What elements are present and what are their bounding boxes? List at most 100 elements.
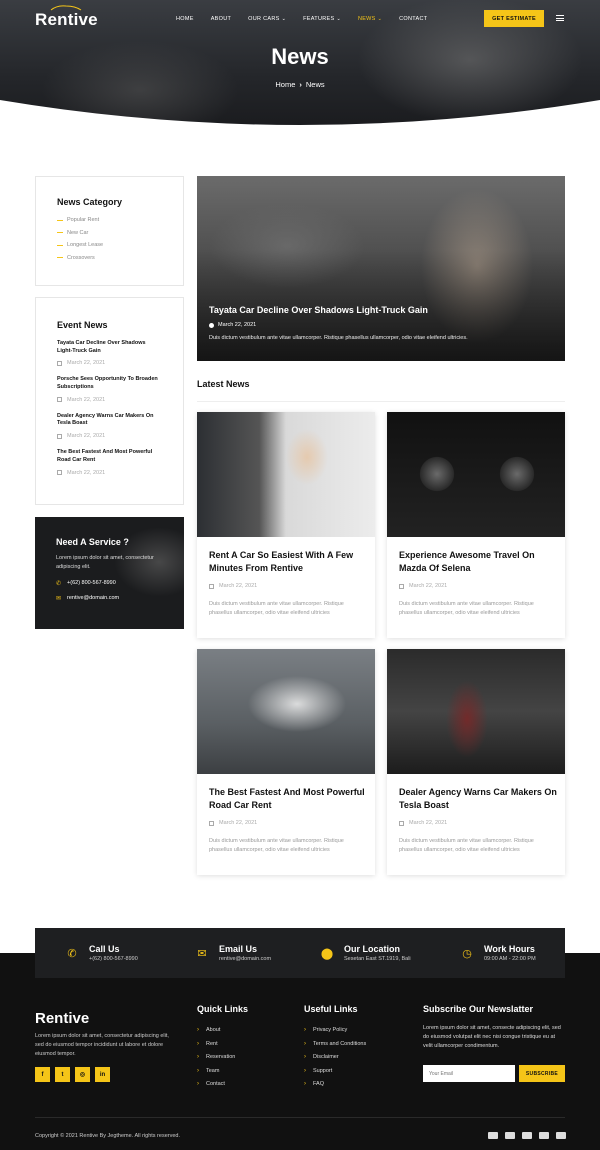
payment-methods — [488, 1132, 566, 1139]
subscribe-button[interactable]: SUBSCRIBE — [519, 1065, 565, 1082]
visa-icon — [522, 1132, 532, 1139]
category-item[interactable]: Crossovers — [57, 255, 162, 261]
nav-about[interactable]: ABOUT — [211, 16, 231, 22]
date-text: March 22, 2021 — [409, 583, 448, 589]
nav-features[interactable]: FEATURES ⌄ — [303, 16, 341, 22]
featured-title[interactable]: Tayata Car Decline Over Shadows Light-Tr… — [209, 305, 428, 315]
phone-icon: ✆ — [56, 580, 62, 587]
news-card-title[interactable]: The Best Fastest And Most Powerful Road … — [209, 786, 367, 812]
footer-logo[interactable]: Rentive — [35, 1010, 89, 1027]
link-label: Contact — [206, 1081, 225, 1087]
event-item[interactable]: Dealer Agency Warns Car Makers On Tesla … — [57, 413, 162, 439]
chevron-right-icon: › — [304, 1027, 306, 1033]
news-card[interactable]: Experience Awesome Travel On Mazda Of Se… — [387, 412, 565, 638]
contact-location[interactable]: ⬤ Our Location Sesetan East ST.1919, Bali — [316, 928, 411, 978]
service-phone[interactable]: ✆ +(62) 800-567-8990 — [56, 580, 163, 587]
event-title[interactable]: Porsche Sees Opportunity To Broaden Subs… — [57, 376, 162, 391]
chevron-right-icon: › — [304, 1054, 306, 1060]
chevron-down-icon: ⌄ — [336, 16, 341, 22]
news-category-widget: News Category Popular Rent New Car Longe… — [35, 176, 184, 286]
news-card[interactable]: The Best Fastest And Most Powerful Road … — [197, 649, 375, 875]
site-logo[interactable]: Rentive — [35, 5, 98, 30]
email-text: rentive@domain.com — [67, 595, 120, 602]
category-item[interactable]: Longest Lease — [57, 242, 162, 248]
category-item[interactable]: Popular Rent — [57, 217, 162, 223]
twitter-icon[interactable]: t — [55, 1067, 70, 1082]
service-email[interactable]: ✉ rentive@domain.com — [56, 595, 163, 602]
nav-news[interactable]: NEWS ⌄ — [358, 16, 382, 22]
event-date: March 22, 2021 — [57, 360, 162, 366]
card-icon — [539, 1132, 549, 1139]
calendar-icon — [209, 583, 214, 589]
news-card[interactable]: Rent A Car So Easiest With A Few Minutes… — [197, 412, 375, 638]
event-item[interactable]: Porsche Sees Opportunity To Broaden Subs… — [57, 376, 162, 403]
envelope-icon: ✉ — [197, 947, 207, 960]
event-item[interactable]: Tayata Car Decline Over Shadows Light-Tr… — [57, 340, 162, 366]
link-label: Privacy Policy — [313, 1027, 348, 1033]
news-card-image[interactable] — [197, 412, 375, 537]
page-hero: Rentive HOME ABOUT OUR CARS ⌄ FEATURES ⌄ N… — [0, 0, 600, 130]
contact-call[interactable]: ✆ Call Us +(62) 800-567-8990 — [61, 928, 138, 978]
linkedin-icon[interactable]: in — [95, 1067, 110, 1082]
news-card[interactable]: Dealer Agency Warns Car Makers On Tesla … — [387, 649, 565, 875]
quick-links: Quick Links › About › Rent › Reservation › T… — [197, 1004, 248, 1095]
newsletter-email-input[interactable] — [423, 1065, 515, 1082]
facebook-icon[interactable]: f — [35, 1067, 50, 1082]
nav-contact[interactable]: CONTACT — [399, 16, 427, 22]
calendar-icon — [57, 433, 62, 439]
news-card-title[interactable]: Rent A Car So Easiest With A Few Minutes… — [209, 549, 367, 575]
envelope-icon: ✉ — [56, 595, 62, 602]
hamburger-icon[interactable] — [556, 15, 564, 21]
contact-value: rentive@domain.com — [219, 956, 272, 962]
footer-heading: Subscribe Our Newslatter — [423, 1004, 534, 1014]
dash-icon — [57, 219, 63, 221]
contact-value: +(62) 800-567-8990 — [89, 956, 138, 962]
news-card-image[interactable] — [387, 412, 565, 537]
footer-link[interactable]: › About — [197, 1027, 248, 1033]
date-text: March 22, 2021 — [67, 396, 106, 403]
event-title[interactable]: The Best Fastest And Most Powerful Road … — [57, 449, 162, 464]
date-text: March 22, 2021 — [409, 820, 448, 826]
footer-link[interactable]: › Terms and Conditions — [304, 1041, 366, 1047]
footer-link[interactable]: › Privacy Policy — [304, 1027, 366, 1033]
chevron-right-icon: › — [304, 1081, 306, 1087]
nav-label: OUR CARS — [248, 16, 280, 22]
date-text: March 22, 2021 — [219, 583, 258, 589]
event-title[interactable]: Dealer Agency Warns Car Makers On Tesla … — [57, 413, 162, 428]
news-card-title[interactable]: Dealer Agency Warns Car Makers On Tesla … — [399, 786, 557, 812]
footer-link[interactable]: › FAQ — [304, 1081, 366, 1087]
news-card-image[interactable] — [197, 649, 375, 774]
service-text: Lorem ipsum dolor sit amet, consectetur … — [56, 555, 154, 570]
news-card-title[interactable]: Experience Awesome Travel On Mazda Of Se… — [399, 549, 557, 575]
event-item[interactable]: The Best Fastest And Most Powerful Road … — [57, 449, 162, 476]
footer-link[interactable]: › Disclaimer — [304, 1054, 366, 1060]
dash-icon — [57, 232, 63, 233]
breadcrumb-home[interactable]: Home — [275, 80, 295, 89]
contact-title: Work Hours — [484, 944, 535, 954]
chevron-right-icon: › — [197, 1067, 199, 1074]
breadcrumb-current: News — [305, 80, 325, 89]
featured-news[interactable]: Tayata Car Decline Over Shadows Light-Tr… — [197, 176, 565, 361]
nav-home[interactable]: HOME — [176, 16, 194, 22]
instagram-icon[interactable]: ◎ — [75, 1067, 90, 1082]
footer-link[interactable]: › Support — [304, 1068, 366, 1074]
footer-link[interactable]: › Contact — [197, 1081, 248, 1087]
news-card-image[interactable] — [387, 649, 565, 774]
link-label: Team — [206, 1067, 220, 1074]
news-card-excerpt: Duis dictum vestibulum ante vitae ullamc… — [209, 838, 344, 854]
get-estimate-button[interactable]: GET ESTIMATE — [484, 10, 544, 27]
event-title[interactable]: Tayata Car Decline Over Shadows Light-Tr… — [57, 340, 162, 355]
date-text: March 22, 2021 — [67, 469, 106, 476]
dash-icon — [57, 244, 63, 246]
contact-email[interactable]: ✉ Email Us rentive@domain.com — [191, 928, 271, 978]
footer-link[interactable]: › Team — [197, 1068, 248, 1074]
category-item[interactable]: New Car — [57, 230, 162, 236]
newsletter: Subscribe Our Newslatter Lorem ipsum dol… — [423, 1004, 565, 1050]
nav-our-cars[interactable]: OUR CARS ⌄ — [248, 16, 286, 22]
footer-link[interactable]: › Reservation — [197, 1054, 248, 1060]
clock-icon — [209, 322, 214, 328]
category-label: Crossovers — [67, 254, 95, 261]
link-label: Support — [313, 1067, 333, 1074]
useful-links: Useful Links › Privacy Policy › Terms and … — [304, 1004, 366, 1095]
footer-link[interactable]: › Rent — [197, 1041, 248, 1047]
